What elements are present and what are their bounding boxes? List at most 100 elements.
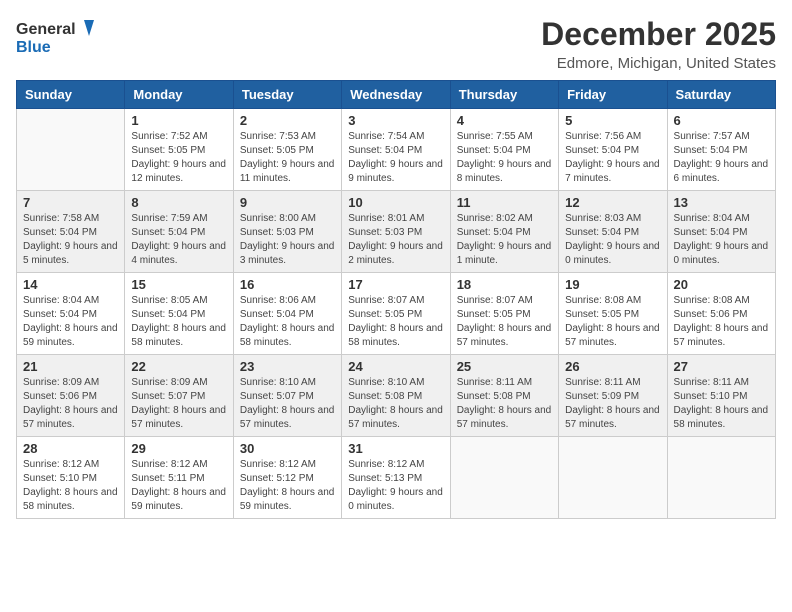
day-info: Sunrise: 8:04 AMSunset: 5:04 PMDaylight:…: [674, 212, 769, 268]
day-number: 22: [131, 359, 226, 374]
svg-text:General: General: [16, 21, 76, 38]
day-info: Sunrise: 7:52 AMSunset: 5:05 PMDaylight:…: [131, 130, 226, 186]
calendar-cell: [667, 437, 775, 519]
day-number: 28: [23, 441, 118, 456]
calendar-cell: 22 Sunrise: 8:09 AMSunset: 5:07 PMDayligh…: [125, 355, 233, 437]
calendar-cell: 12Sunrise: 8:03 AMSunset: 5:04 PMDayligh…: [559, 191, 667, 273]
calendar-cell: 19 Sunrise: 8:08 AMSunset: 5:05 PMDayligh…: [559, 273, 667, 355]
day-number: 29: [131, 441, 226, 456]
day-number: 19: [565, 277, 660, 292]
day-number: 2: [240, 113, 335, 128]
day-info: Sunrise: 8:11 AMSunset: 5:08 PMDaylight:…: [457, 376, 552, 432]
calendar-cell: 16 Sunrise: 8:06 AMSunset: 5:04 PMDayligh…: [233, 273, 341, 355]
calendar-header: SundayMondayTuesdayWednesdayThursdayFrid…: [17, 81, 776, 109]
calendar-cell: 25 Sunrise: 8:11 AMSunset: 5:08 PMDayligh…: [450, 355, 558, 437]
calendar-cell: 7Sunrise: 7:58 AMSunset: 5:04 PMDaylight…: [17, 191, 125, 273]
day-info: Sunrise: 8:05 AMSunset: 5:04 PMDaylight:…: [131, 294, 226, 350]
calendar-cell: 17 Sunrise: 8:07 AMSunset: 5:05 PMDayligh…: [342, 273, 450, 355]
day-number: 8: [131, 195, 226, 210]
day-info: Sunrise: 8:12 AMSunset: 5:10 PMDaylight:…: [23, 458, 118, 514]
calendar-cell: 29Sunrise: 8:12 AMSunset: 5:11 PMDayligh…: [125, 437, 233, 519]
day-number: 10: [348, 195, 443, 210]
day-info: Sunrise: 8:06 AMSunset: 5:04 PMDaylight:…: [240, 294, 335, 350]
calendar-cell: 11 Sunrise: 8:02 AMSunset: 5:04 PMDayligh…: [450, 191, 558, 273]
day-info: Sunrise: 8:09 AMSunset: 5:07 PMDaylight:…: [131, 376, 226, 432]
day-info: Sunrise: 8:04 AMSunset: 5:04 PMDaylight:…: [23, 294, 118, 350]
page-header: GeneralBlue December 2025 Edmore, Michig…: [16, 16, 776, 72]
day-info: Sunrise: 8:11 AMSunset: 5:10 PMDaylight:…: [674, 376, 769, 432]
day-info: Sunrise: 8:09 AMSunset: 5:06 PMDaylight:…: [23, 376, 118, 432]
day-number: 17: [348, 277, 443, 292]
day-number: 31: [348, 441, 443, 456]
calendar-week-row: 1 Sunrise: 7:52 AMSunset: 5:05 PMDaylight…: [17, 109, 776, 191]
day-number: 1: [131, 113, 226, 128]
day-info: Sunrise: 8:07 AMSunset: 5:05 PMDaylight:…: [457, 294, 552, 350]
day-number: 26: [565, 359, 660, 374]
calendar-cell: [559, 437, 667, 519]
calendar-week-row: 28 Sunrise: 8:12 AMSunset: 5:10 PMDayligh…: [17, 437, 776, 519]
calendar-cell: 24Sunrise: 8:10 AMSunset: 5:08 PMDayligh…: [342, 355, 450, 437]
day-number: 15: [131, 277, 226, 292]
calendar-cell: 27 Sunrise: 8:11 AMSunset: 5:10 PMDayligh…: [667, 355, 775, 437]
calendar-body: 1 Sunrise: 7:52 AMSunset: 5:05 PMDaylight…: [17, 109, 776, 519]
calendar-cell: [17, 109, 125, 191]
calendar-cell: 30Sunrise: 8:12 AMSunset: 5:12 PMDayligh…: [233, 437, 341, 519]
calendar-cell: 13 Sunrise: 8:04 AMSunset: 5:04 PMDayligh…: [667, 191, 775, 273]
title-area: December 2025 Edmore, Michigan, United S…: [541, 16, 776, 72]
day-info: Sunrise: 8:10 AMSunset: 5:07 PMDaylight:…: [240, 376, 335, 432]
calendar-cell: 15 Sunrise: 8:05 AMSunset: 5:04 PMDayligh…: [125, 273, 233, 355]
day-info: Sunrise: 8:08 AMSunset: 5:06 PMDaylight:…: [674, 294, 769, 350]
day-info: Sunrise: 7:59 AMSunset: 5:04 PMDaylight:…: [131, 212, 226, 268]
day-info: Sunrise: 8:08 AMSunset: 5:05 PMDaylight:…: [565, 294, 660, 350]
calendar-cell: 2 Sunrise: 7:53 AMSunset: 5:05 PMDaylight…: [233, 109, 341, 191]
day-number: 3: [348, 113, 443, 128]
day-number: 12: [565, 195, 660, 210]
calendar-cell: 26 Sunrise: 8:11 AMSunset: 5:09 PMDayligh…: [559, 355, 667, 437]
day-info: Sunrise: 7:54 AMSunset: 5:04 PMDaylight:…: [348, 130, 443, 186]
day-number: 7: [23, 195, 118, 210]
calendar-cell: 21 Sunrise: 8:09 AMSunset: 5:06 PMDayligh…: [17, 355, 125, 437]
weekday-row: SundayMondayTuesdayWednesdayThursdayFrid…: [17, 81, 776, 109]
weekday-header-monday: Monday: [125, 81, 233, 109]
day-number: 13: [674, 195, 769, 210]
weekday-header-wednesday: Wednesday: [342, 81, 450, 109]
day-number: 27: [674, 359, 769, 374]
calendar-cell: 18 Sunrise: 8:07 AMSunset: 5:05 PMDayligh…: [450, 273, 558, 355]
calendar-table: SundayMondayTuesdayWednesdayThursdayFrid…: [16, 80, 776, 519]
day-number: 14: [23, 277, 118, 292]
svg-text:Blue: Blue: [16, 39, 51, 56]
logo-area: GeneralBlue: [16, 16, 96, 56]
calendar-cell: 20 Sunrise: 8:08 AMSunset: 5:06 PMDayligh…: [667, 273, 775, 355]
day-number: 5: [565, 113, 660, 128]
day-info: Sunrise: 7:53 AMSunset: 5:05 PMDaylight:…: [240, 130, 335, 186]
day-number: 20: [674, 277, 769, 292]
day-number: 18: [457, 277, 552, 292]
weekday-header-thursday: Thursday: [450, 81, 558, 109]
day-number: 4: [457, 113, 552, 128]
day-number: 25: [457, 359, 552, 374]
day-number: 11: [457, 195, 552, 210]
day-info: Sunrise: 8:11 AMSunset: 5:09 PMDaylight:…: [565, 376, 660, 432]
weekday-header-friday: Friday: [559, 81, 667, 109]
day-info: Sunrise: 8:00 AMSunset: 5:03 PMDaylight:…: [240, 212, 335, 268]
calendar-cell: 4Sunrise: 7:55 AMSunset: 5:04 PMDaylight…: [450, 109, 558, 191]
calendar-cell: 31Sunrise: 8:12 AMSunset: 5:13 PMDayligh…: [342, 437, 450, 519]
calendar-week-row: 7Sunrise: 7:58 AMSunset: 5:04 PMDaylight…: [17, 191, 776, 273]
calendar-cell: 8 Sunrise: 7:59 AMSunset: 5:04 PMDaylight…: [125, 191, 233, 273]
day-info: Sunrise: 8:07 AMSunset: 5:05 PMDaylight:…: [348, 294, 443, 350]
day-info: Sunrise: 7:57 AMSunset: 5:04 PMDaylight:…: [674, 130, 769, 186]
weekday-header-tuesday: Tuesday: [233, 81, 341, 109]
day-number: 21: [23, 359, 118, 374]
calendar-week-row: 21 Sunrise: 8:09 AMSunset: 5:06 PMDayligh…: [17, 355, 776, 437]
calendar-cell: 10 Sunrise: 8:01 AMSunset: 5:03 PMDayligh…: [342, 191, 450, 273]
day-info: Sunrise: 8:02 AMSunset: 5:04 PMDaylight:…: [457, 212, 552, 268]
calendar-week-row: 14 Sunrise: 8:04 AMSunset: 5:04 PMDayligh…: [17, 273, 776, 355]
day-number: 30: [240, 441, 335, 456]
day-info: Sunrise: 7:56 AMSunset: 5:04 PMDaylight:…: [565, 130, 660, 186]
logo-svg: GeneralBlue: [16, 16, 96, 56]
location-subtitle: Edmore, Michigan, United States: [541, 55, 776, 72]
day-number: 9: [240, 195, 335, 210]
day-number: 16: [240, 277, 335, 292]
day-info: Sunrise: 8:01 AMSunset: 5:03 PMDaylight:…: [348, 212, 443, 268]
calendar-cell: 9 Sunrise: 8:00 AMSunset: 5:03 PMDaylight…: [233, 191, 341, 273]
